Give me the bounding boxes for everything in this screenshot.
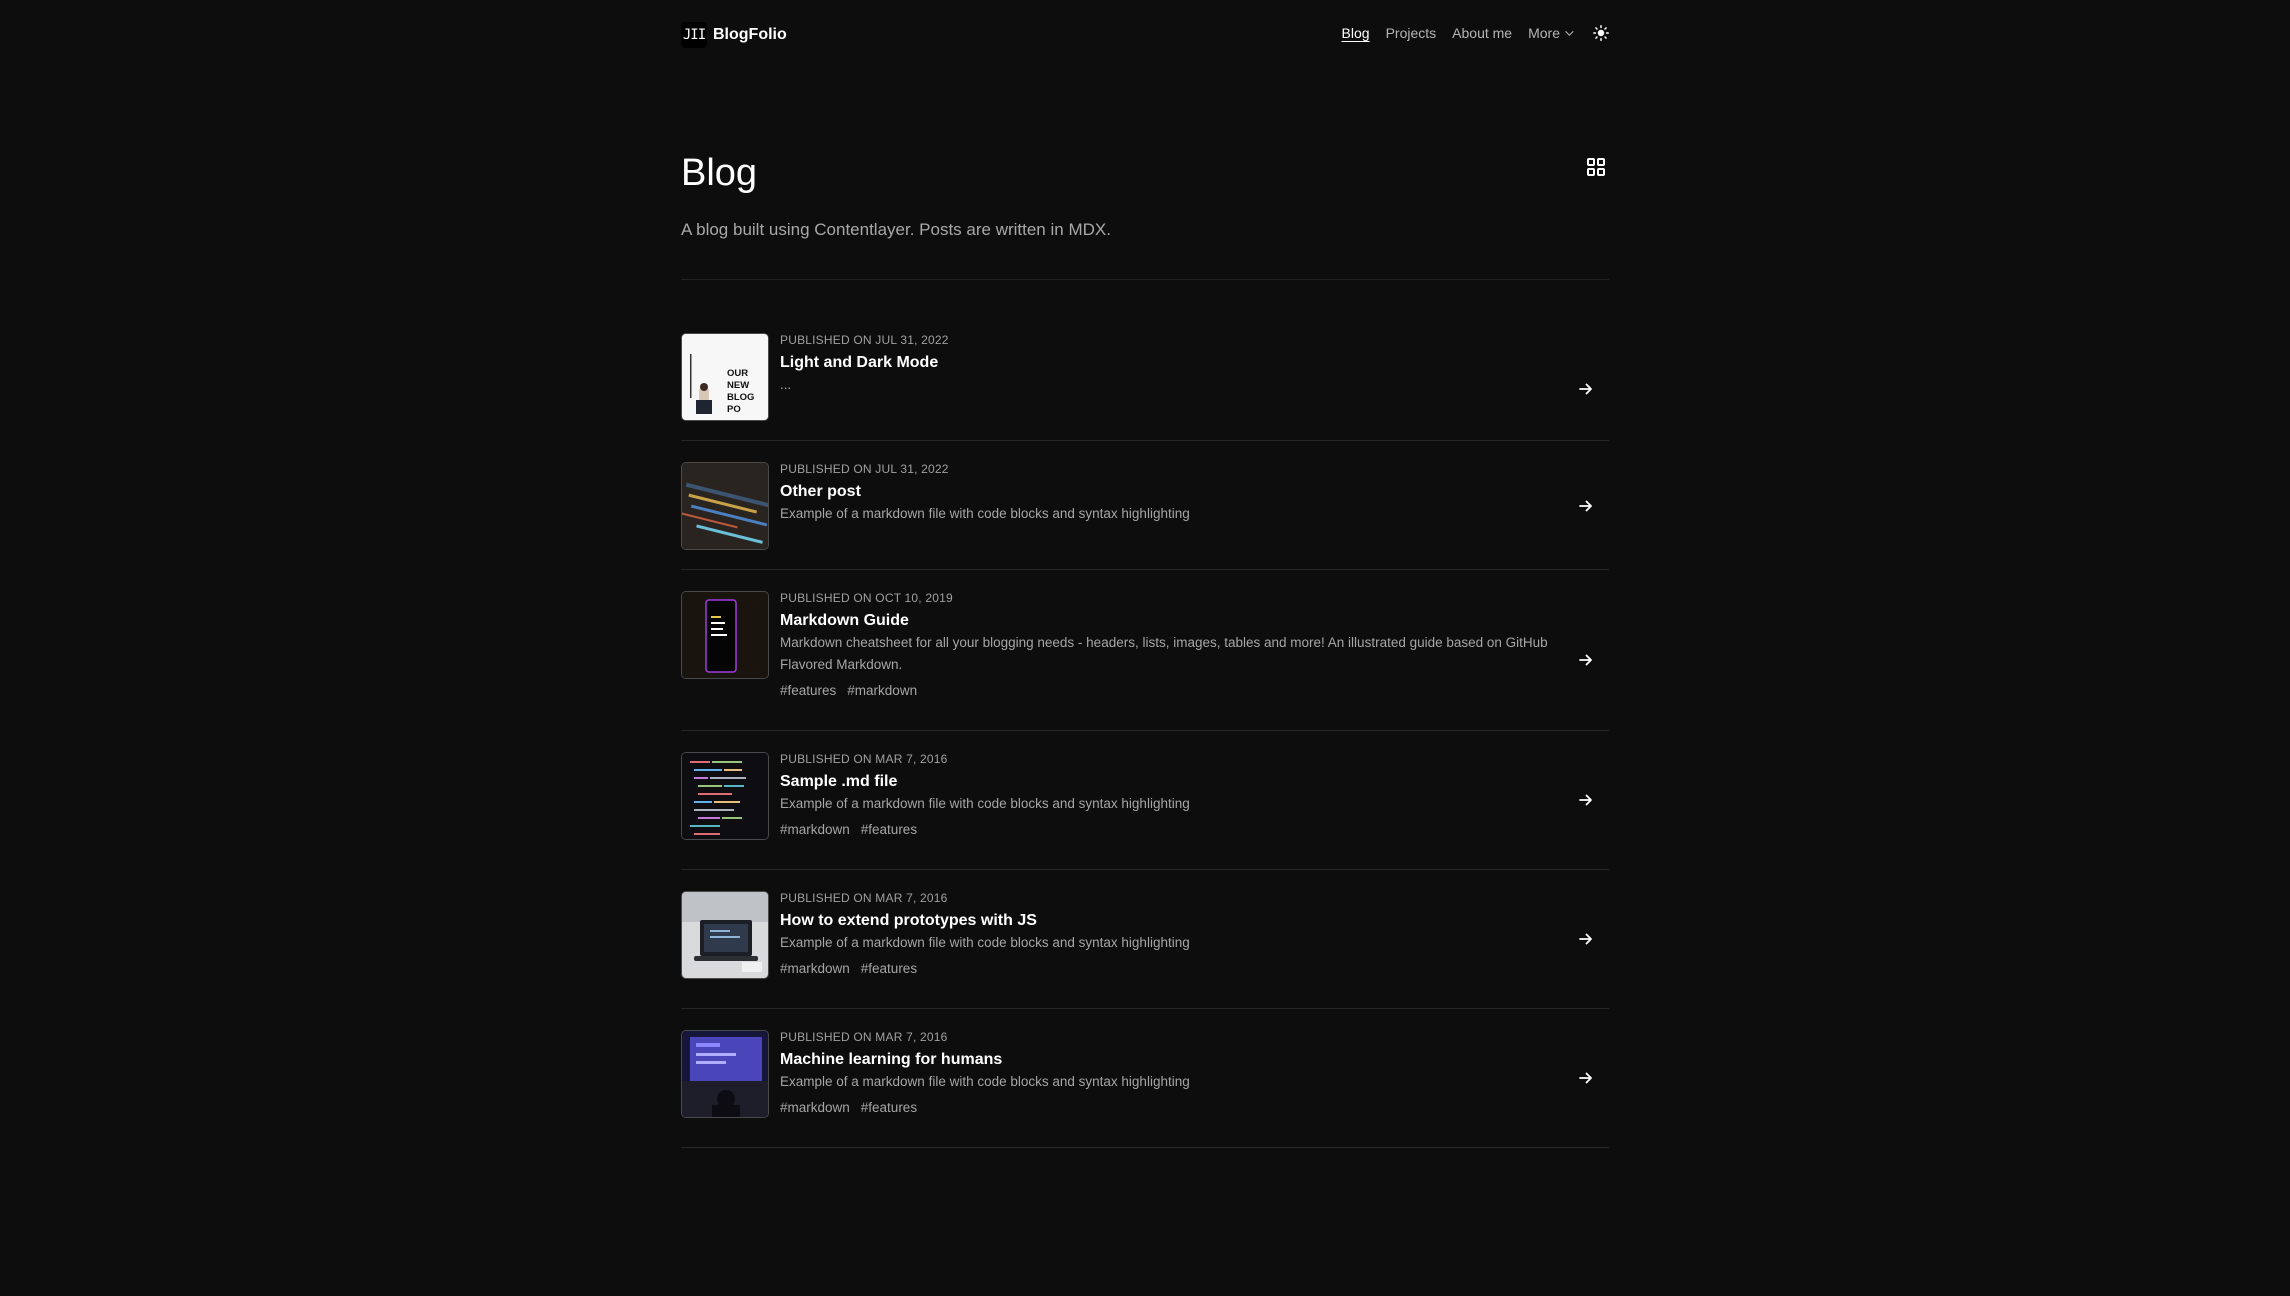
arrow-right-icon[interactable] (1579, 499, 1593, 513)
post-body: PUBLISHED ON MAR 7, 2016 How to extend p… (780, 891, 1550, 976)
page-title: Blog (681, 152, 758, 194)
post-thumbnail (681, 1030, 769, 1118)
post-date: PUBLISHED ON JUL 31, 2022 (780, 462, 949, 476)
logo-icon: JII (681, 22, 707, 48)
tag-link[interactable]: #features (861, 961, 917, 976)
post-title[interactable]: Light and Dark Mode (780, 354, 1550, 372)
post-item[interactable]: PUBLISHED ON OCT 10, 2019 Markdown Guide… (681, 570, 1609, 731)
tag-link[interactable]: #features (780, 683, 836, 698)
divider (681, 279, 1609, 280)
arrow-right-icon[interactable] (1579, 932, 1593, 946)
tag-link[interactable]: #features (861, 822, 917, 837)
post-tags: #features #markdown (780, 683, 1550, 698)
nav-about[interactable]: About me (1452, 25, 1512, 41)
tag-link[interactable]: #markdown (780, 1100, 850, 1115)
post-title[interactable]: Sample .md file (780, 773, 1550, 791)
chevron-down-icon (1565, 27, 1574, 36)
post-item[interactable]: PUBLISHED ON MAR 7, 2016 Sample .md file… (681, 731, 1609, 870)
post-date: PUBLISHED ON OCT 10, 2019 (780, 591, 953, 605)
post-thumbnail (681, 591, 769, 679)
home-link[interactable]: JII BlogFolio (681, 22, 787, 48)
post-body: PUBLISHED ON MAR 7, 2016 Machine learnin… (780, 1030, 1550, 1115)
post-thumbnail (681, 462, 769, 550)
post-tags: #markdown #features (780, 961, 1550, 976)
tag-link[interactable]: #markdown (780, 961, 850, 976)
post-title[interactable]: Other post (780, 483, 1550, 501)
tag-link[interactable]: #markdown (780, 822, 850, 837)
post-description: ... (780, 377, 792, 392)
post-item[interactable]: OUR NEW BLOG PO PUBLISHED ON JUL 31, 202… (681, 333, 1609, 441)
post-title[interactable]: How to extend prototypes with JS (780, 912, 1550, 930)
brand-name: BlogFolio (713, 26, 787, 43)
nav-projects[interactable]: Projects (1386, 25, 1437, 41)
nav-more-label: More (1528, 25, 1560, 41)
arrow-right-icon[interactable] (1579, 382, 1593, 396)
thumb-caption: OUR NEW BLOG PO (727, 368, 755, 415)
post-tags: #markdown #features (780, 1100, 1550, 1115)
post-item[interactable]: PUBLISHED ON MAR 7, 2016 Machine learnin… (681, 1009, 1609, 1148)
post-title[interactable]: Markdown Guide (780, 612, 1550, 630)
post-body: PUBLISHED ON MAR 7, 2016 Sample .md file… (780, 752, 1550, 837)
post-date: PUBLISHED ON MAR 7, 2016 (780, 1030, 948, 1044)
nav-more[interactable]: More (1528, 25, 1574, 41)
post-description: Example of a markdown file with code blo… (780, 796, 1190, 811)
post-tags: #markdown #features (780, 822, 1550, 837)
arrow-right-icon[interactable] (1579, 793, 1593, 807)
post-body: PUBLISHED ON JUL 31, 2022 Light and Dark… (780, 333, 1550, 396)
post-item[interactable]: PUBLISHED ON JUL 31, 2022 Other post Exa… (681, 441, 1609, 570)
post-body: PUBLISHED ON JUL 31, 2022 Other post Exa… (780, 462, 1550, 525)
post-thumbnail (681, 752, 769, 840)
arrow-right-icon[interactable] (1579, 653, 1593, 667)
post-description: Example of a markdown file with code blo… (780, 1074, 1190, 1089)
post-date: PUBLISHED ON MAR 7, 2016 (780, 752, 948, 766)
post-thumbnail: OUR NEW BLOG PO (681, 333, 769, 421)
tag-link[interactable]: #features (861, 1100, 917, 1115)
site-header: JII BlogFolio Blog Projects About me Mor… (681, 22, 1609, 48)
post-date: PUBLISHED ON JUL 31, 2022 (780, 333, 949, 347)
post-body: PUBLISHED ON OCT 10, 2019 Markdown Guide… (780, 591, 1550, 698)
post-description: Example of a markdown file with code blo… (780, 935, 1190, 950)
page-description: A blog built using Contentlayer. Posts a… (681, 220, 1111, 239)
sun-icon[interactable] (1593, 25, 1609, 41)
post-date: PUBLISHED ON MAR 7, 2016 (780, 891, 948, 905)
nav-blog[interactable]: Blog (1342, 25, 1370, 41)
post-title[interactable]: Machine learning for humans (780, 1051, 1550, 1069)
post-thumbnail (681, 891, 769, 979)
arrow-right-icon[interactable] (1579, 1071, 1593, 1085)
post-item[interactable]: PUBLISHED ON MAR 7, 2016 How to extend p… (681, 870, 1609, 1009)
tag-link[interactable]: #markdown (847, 683, 917, 698)
grid-view-icon[interactable] (1586, 157, 1606, 177)
post-description: Example of a markdown file with code blo… (780, 506, 1190, 521)
post-description: Markdown cheatsheet for all your bloggin… (780, 635, 1548, 672)
main-nav: Blog Projects About me More (1342, 25, 1609, 41)
